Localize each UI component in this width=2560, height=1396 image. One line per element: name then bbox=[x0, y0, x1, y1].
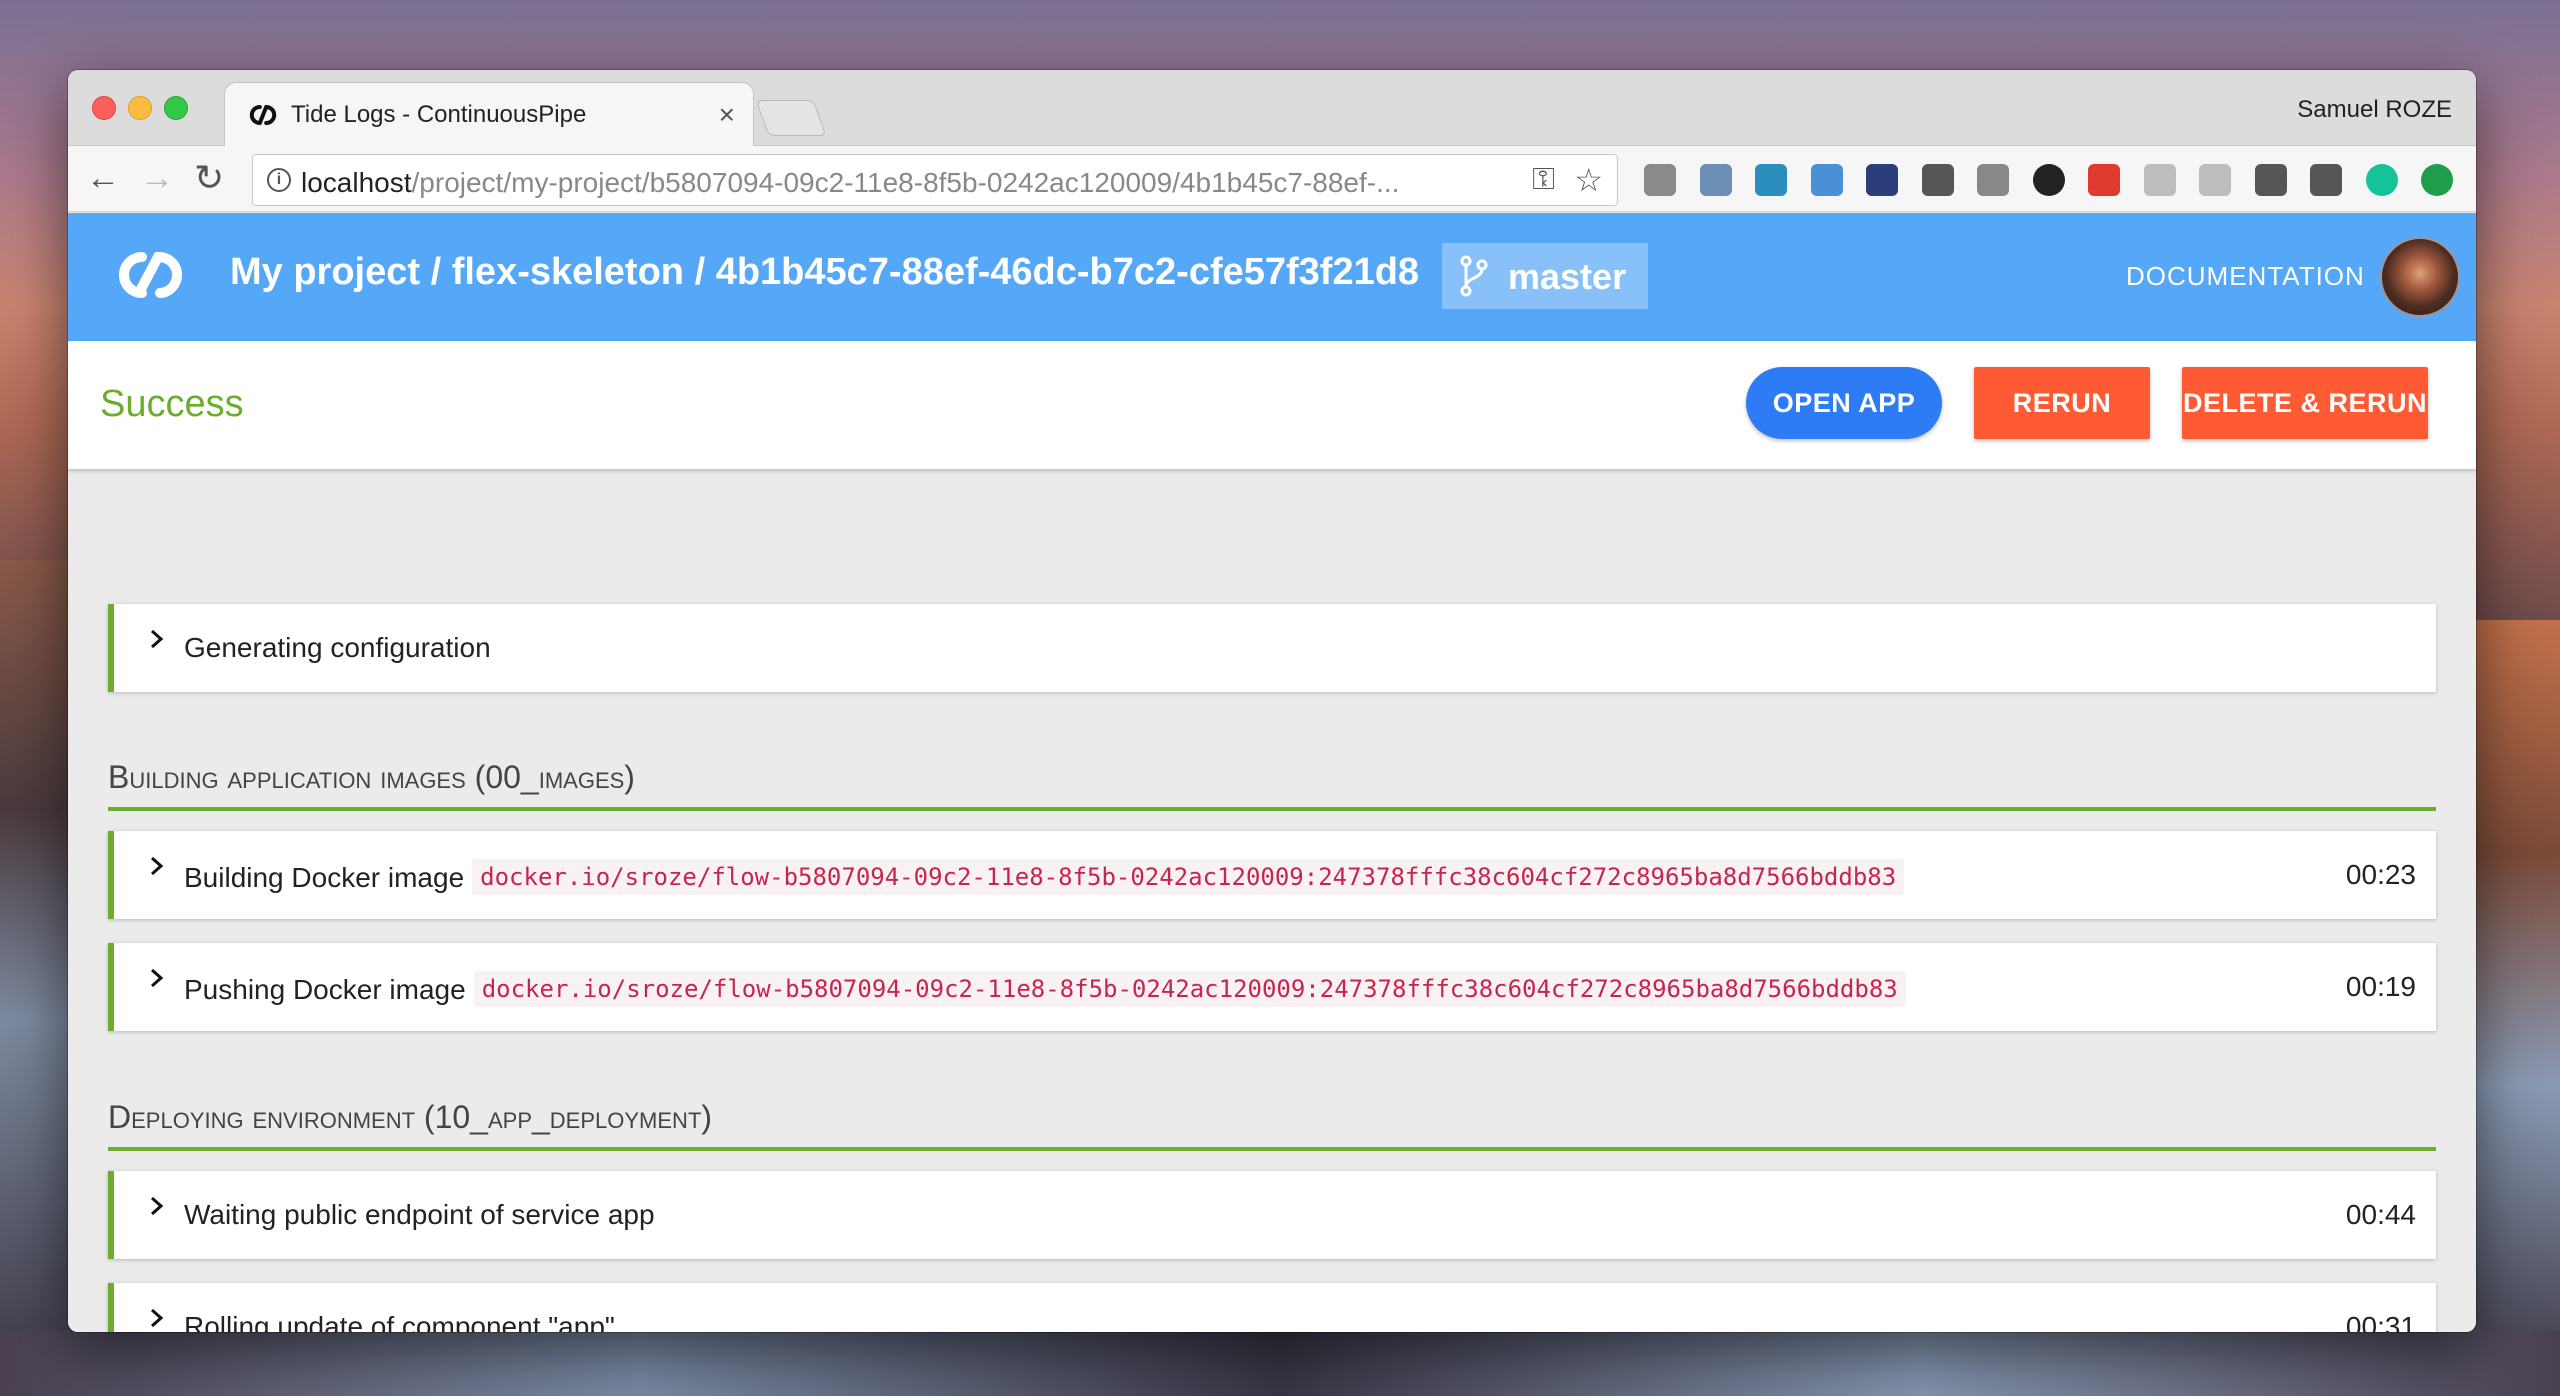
continuouspipe-favicon-icon bbox=[249, 104, 277, 125]
log-step-rolling[interactable]: Rolling update of component "app" 00:31 bbox=[108, 1283, 2436, 1332]
open-app-button[interactable]: OPEN APP bbox=[1746, 367, 1942, 439]
avatar[interactable] bbox=[2380, 237, 2460, 317]
back-arrow-icon[interactable]: ← bbox=[86, 158, 120, 198]
branch-badge: master bbox=[1442, 243, 1648, 309]
tide-status: Success bbox=[100, 383, 244, 425]
stats-extension-icon[interactable] bbox=[1866, 164, 1898, 196]
log-step-build[interactable]: Building Docker image docker.io/sroze/flo… bbox=[108, 831, 2436, 919]
url-text[interactable]: localhost/project/my-project/b5807094-09… bbox=[301, 167, 1501, 199]
gear-extension-icon[interactable] bbox=[1644, 164, 1676, 196]
chevron-right-icon[interactable] bbox=[148, 969, 166, 987]
note-extension-icon[interactable] bbox=[1977, 164, 2009, 196]
browser-toolbar: ← → ↻ i localhost/project/my-project/b58… bbox=[68, 146, 2476, 212]
rerun-button[interactable]: RERUN bbox=[1974, 367, 2150, 439]
delete-and-rerun-button[interactable]: DELETE & RERUN bbox=[2182, 367, 2428, 439]
tab-close-icon[interactable]: × bbox=[719, 99, 735, 131]
tide-status-bar: Success OPEN APP RERUN DELETE & RERUN bbox=[68, 341, 2476, 469]
git-branch-icon bbox=[1460, 255, 1488, 297]
branch-name: master bbox=[1508, 256, 1627, 297]
log-step-label: Rolling update of component "app" bbox=[184, 1311, 615, 1332]
chevron-right-icon[interactable] bbox=[148, 1197, 166, 1215]
dots-extension-icon[interactable] bbox=[2088, 164, 2120, 196]
key-icon[interactable]: ⚿ bbox=[1532, 163, 1555, 197]
breadcrumb[interactable]: My project / flex-skeleton / 4b1b45c7-88… bbox=[230, 251, 1419, 294]
profile-name[interactable]: Samuel ROZE bbox=[2297, 96, 2452, 124]
grammarly-extension-icon[interactable] bbox=[2365, 164, 2398, 196]
window-minimize-button[interactable] bbox=[128, 96, 152, 120]
log-step-duration: 00:44 bbox=[2345, 1199, 2416, 1230]
desktop-mountain-right bbox=[2470, 620, 2560, 1396]
address-bar[interactable]: i localhost/project/my-project/b5807094-… bbox=[252, 154, 1618, 206]
log-step-duration: 00:23 bbox=[2345, 859, 2416, 890]
docker-image-code: docker.io/sroze/flow-b5807094-09c2-11e8-… bbox=[472, 859, 1905, 895]
forward-arrow-icon[interactable]: → bbox=[140, 158, 174, 198]
desktop-mountain-bottom bbox=[0, 1330, 2560, 1396]
pen-extension-icon[interactable] bbox=[1699, 164, 1732, 196]
documentation-link[interactable]: DOCUMENTATION bbox=[2126, 261, 2365, 292]
chevron-right-icon[interactable] bbox=[148, 630, 166, 648]
log-step-label: Pushing Docker image docker.io/sroze/flow… bbox=[184, 971, 1906, 1007]
info-icon[interactable]: i bbox=[267, 168, 291, 192]
log-step-duration: 00:31 bbox=[2345, 1311, 2416, 1332]
no-errors-extension-icon[interactable] bbox=[1921, 164, 1954, 196]
logs-content: Generating configuration Building applic… bbox=[68, 469, 2476, 1332]
log-step-label: Generating configuration bbox=[184, 632, 491, 663]
section-title-images: Building application images (00_images) bbox=[108, 759, 2436, 811]
window-close-button[interactable] bbox=[92, 96, 116, 120]
mail-extension-icon[interactable] bbox=[2254, 164, 2287, 196]
browser-tab[interactable]: Tide Logs - ContinuousPipe × bbox=[224, 82, 754, 147]
drive-extension-icon[interactable] bbox=[2199, 164, 2231, 196]
log-step-waiting[interactable]: Waiting public endpoint of service app 0… bbox=[108, 1171, 2436, 1259]
flame-extension-icon[interactable] bbox=[2032, 164, 2065, 196]
tab-title: Tide Logs - ContinuousPipe bbox=[291, 101, 587, 128]
reload-icon[interactable]: ↻ bbox=[194, 158, 224, 198]
section-title-deploy: Deploying environment (10_app_deployment… bbox=[108, 1099, 2436, 1151]
chevron-right-icon[interactable] bbox=[148, 857, 166, 875]
window-extension-icon[interactable] bbox=[1810, 164, 1843, 196]
browser-window: Tide Logs - ContinuousPipe × Samuel ROZE… bbox=[68, 70, 2476, 1332]
docker-image-code: docker.io/sroze/flow-b5807094-09c2-11e8-… bbox=[473, 971, 1906, 1007]
app-header: My project / flex-skeleton / 4b1b45c7-88… bbox=[68, 213, 2476, 341]
angular-extension-icon[interactable] bbox=[2143, 164, 2176, 196]
tab-strip: Tide Logs - ContinuousPipe × Samuel ROZE bbox=[68, 70, 2476, 147]
log-step-label: Waiting public endpoint of service app bbox=[184, 1199, 655, 1230]
chevron-right-icon[interactable] bbox=[148, 1309, 166, 1327]
log-step-duration: 00:19 bbox=[2345, 971, 2416, 1002]
bulb-extension-icon[interactable] bbox=[2310, 164, 2342, 196]
log-step-generating[interactable]: Generating configuration bbox=[108, 604, 2436, 692]
upload-extension-icon[interactable] bbox=[2421, 164, 2453, 196]
log-step-push[interactable]: Pushing Docker image docker.io/sroze/flow… bbox=[108, 943, 2436, 1031]
continuouspipe-logo-icon[interactable] bbox=[110, 243, 192, 307]
new-tab-button[interactable] bbox=[755, 100, 827, 136]
wave-extension-icon[interactable] bbox=[1755, 164, 1787, 196]
log-step-label: Building Docker image docker.io/sroze/flo… bbox=[184, 859, 1905, 895]
bookmark-star-icon[interactable]: ☆ bbox=[1574, 161, 1603, 199]
window-maximize-button[interactable] bbox=[164, 96, 188, 120]
